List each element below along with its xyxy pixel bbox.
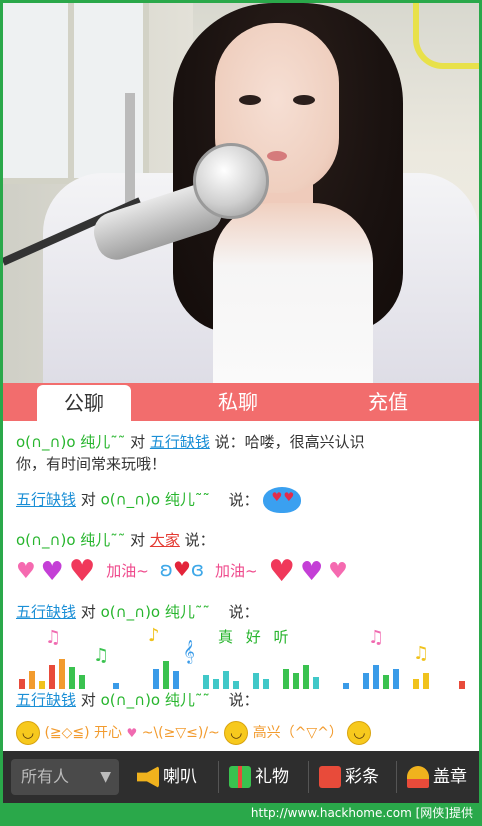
- ribbon-icon: [319, 766, 341, 788]
- love-eyes-emoji-icon: [263, 487, 302, 513]
- watermark: http://www.hackhome.com [网侠]提供: [3, 803, 479, 823]
- recipient-name[interactable]: ο(∩_∩)ο 纯儿˜˜: [101, 691, 210, 709]
- smiley-icon: ◡: [347, 721, 372, 745]
- sender-name[interactable]: ο(∩_∩)ο 纯儿˜˜: [16, 531, 125, 549]
- chat-tab-bar: 公聊 私聊 充值: [3, 383, 479, 421]
- emoticon-row: ◡ (≧◇≦) 开心 ♥ ~\(≥▽≤)/~ ◡ 高兴（^▽^） ◡: [16, 721, 372, 745]
- heart-icon: ♥: [40, 556, 64, 587]
- smiley-icon: ◡: [16, 721, 40, 745]
- music-note-icon: ♫: [368, 627, 385, 648]
- heart-icon: ♥: [16, 558, 36, 584]
- recipient-name[interactable]: ο(∩_∩)ο 纯儿˜˜: [101, 491, 210, 509]
- music-note-icon: ♫: [93, 645, 110, 666]
- chat-message-cont: 你，有时间常来玩哦！: [16, 455, 167, 473]
- chat-message: ο(∩_∩)ο 纯儿˜˜ 对 大家 说：: [16, 531, 215, 549]
- stamp-button[interactable]: 盖章: [407, 759, 467, 795]
- recipient-select[interactable]: 所有人 ▼: [11, 759, 119, 795]
- heart-icon: ♥: [299, 556, 324, 587]
- heart-icon: ♥: [268, 553, 296, 589]
- bottom-toolbar: 所有人 ▼ 喇叭 礼物 彩条 盖章: [3, 751, 479, 803]
- music-note-icon: 𝄞: [183, 639, 195, 663]
- sender-name[interactable]: 五行缺钱: [16, 603, 76, 621]
- chevron-down-icon: ▼: [100, 769, 111, 785]
- heart-icon: ♥: [68, 553, 96, 589]
- recipient-name[interactable]: 大家: [150, 531, 180, 549]
- live-video[interactable]: [3, 3, 479, 383]
- chat-message: ο(∩_∩)ο 纯儿˜˜ 对 五行缺钱 说：哈喽，很高兴认识: [16, 433, 365, 451]
- microphone: [193, 143, 269, 219]
- chat-message: 五行缺钱 对 ο(∩_∩)ο 纯儿˜˜ 说：: [16, 603, 259, 621]
- smiley-icon: ◡: [224, 721, 249, 745]
- tab-public-chat[interactable]: 公聊: [37, 385, 131, 421]
- heart-emote-row: ♥ ♥ ♥ 加油~ ʚ♥ɞ 加油~ ♥ ♥ ♥: [16, 553, 348, 589]
- music-note-icon: ♪: [148, 625, 160, 646]
- megaphone-icon: [137, 766, 159, 788]
- ribbon-button[interactable]: 彩条: [319, 759, 379, 795]
- gift-button[interactable]: 礼物: [229, 759, 289, 795]
- recipient-name[interactable]: ο(∩_∩)ο 纯儿˜˜: [101, 603, 210, 621]
- app-frame: 公聊 私聊 充值 ο(∩_∩)ο 纯儿˜˜ 对 五行缺钱 说：哈喽，很高兴认识 …: [3, 3, 479, 823]
- recipient-name[interactable]: 五行缺钱: [150, 433, 210, 451]
- horn-button[interactable]: 喇叭: [137, 759, 197, 795]
- tab-private-chat[interactable]: 私聊: [193, 383, 283, 421]
- sender-name[interactable]: 五行缺钱: [16, 691, 76, 709]
- angel-wings-heart-icon: ʚ♥ɞ: [159, 557, 205, 581]
- gift-icon: [229, 766, 251, 788]
- chat-log[interactable]: ο(∩_∩)ο 纯儿˜˜ 对 五行缺钱 说：哈喽，很高兴认识 你，有时间常来玩哦…: [3, 421, 479, 751]
- chat-message: 五行缺钱 对 ο(∩_∩)ο 纯儿˜˜ 说：: [16, 691, 259, 709]
- chat-message: 五行缺钱 对 ο(∩_∩)ο 纯儿˜˜ 说：: [16, 487, 302, 513]
- music-note-icon: ♫: [413, 643, 430, 664]
- music-note-icon: ♫: [45, 627, 62, 648]
- sender-name[interactable]: ο(∩_∩)ο 纯儿˜˜: [16, 433, 125, 451]
- stamp-icon: [407, 766, 429, 788]
- sender-name[interactable]: 五行缺钱: [16, 491, 76, 509]
- tab-recharge[interactable]: 充值: [343, 383, 433, 421]
- music-equalizer-graphic: ♫ ♫ ♪ 𝄞 ♫ ♫: [13, 625, 473, 689]
- heart-icon: ♥: [328, 558, 348, 584]
